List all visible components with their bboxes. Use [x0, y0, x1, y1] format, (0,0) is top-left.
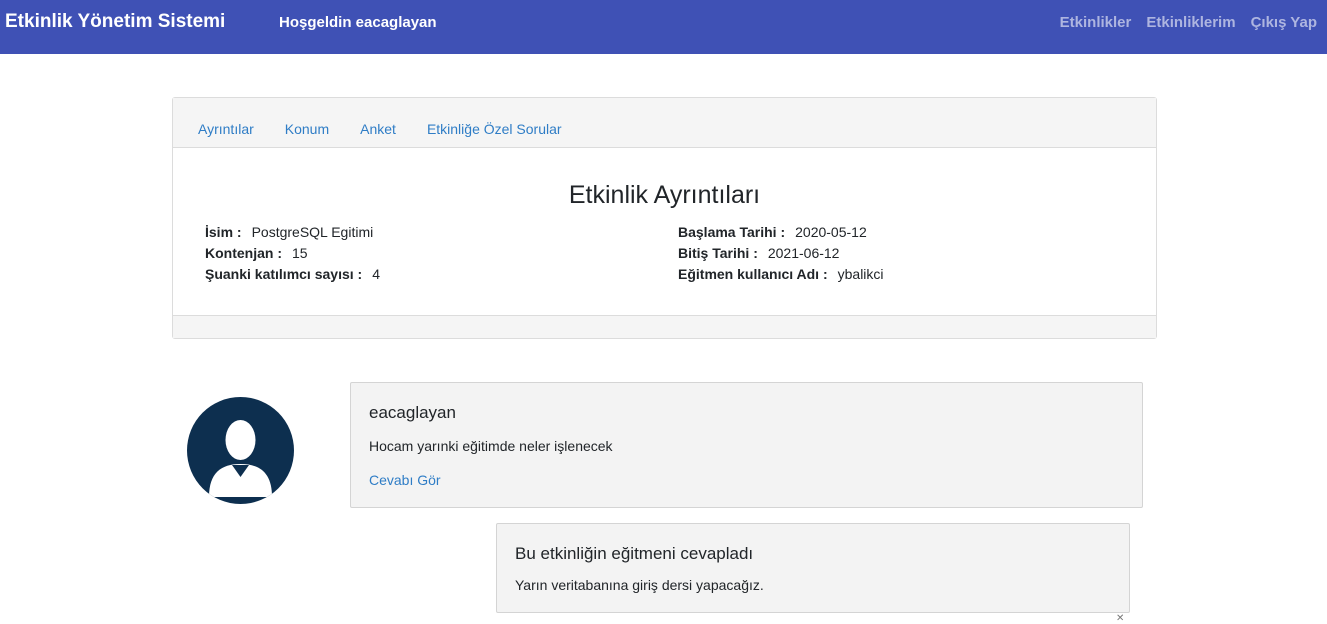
welcome-text: Hoşgeldin eacaglayan [279, 14, 437, 31]
detail-name: İsim : PostgreSQL Egitimi [205, 224, 373, 240]
event-card: Ayrıntılar Konum Anket Etkinliğe Özel So… [172, 97, 1157, 339]
card-header: Ayrıntılar Konum Anket Etkinliğe Özel So… [173, 98, 1156, 148]
detail-start-date: Başlama Tarihi : 2020-05-12 [678, 224, 867, 240]
card-body: Etkinlik Ayrıntıları İsim : PostgreSQL Eg… [173, 148, 1156, 316]
detail-capacity-value: 15 [292, 245, 308, 261]
event-tabs: Ayrıntılar Konum Anket Etkinliğe Özel So… [198, 121, 562, 137]
tab-survey[interactable]: Anket [360, 121, 396, 137]
comment-card: eacaglayan Hocam yarınki eğitimde neler … [350, 382, 1143, 508]
nav-links: Etkinlikler Etkinliklerim Çıkış Yap [1060, 14, 1317, 31]
detail-name-value: PostgreSQL Egitimi [251, 224, 374, 240]
detail-instructor-label: Eğitmen kullanıcı Adı : [678, 266, 828, 282]
detail-end-date: Bitiş Tarihi : 2021-06-12 [678, 245, 839, 261]
detail-participants-value: 4 [372, 266, 380, 282]
view-answer-link[interactable]: Cevabı Gör [369, 472, 441, 488]
detail-name-label: İsim : [205, 224, 242, 240]
detail-end-label: Bitiş Tarihi : [678, 245, 758, 261]
tab-event-questions[interactable]: Etkinliğe Özel Sorular [427, 121, 562, 137]
detail-end-value: 2021-06-12 [767, 245, 840, 261]
detail-start-value: 2020-05-12 [795, 224, 867, 240]
app-brand[interactable]: Etkinlik Yönetim Sistemi [5, 11, 225, 33]
instructor-reply-card: Bu etkinliğin eğitmeni cevapladı Yarın v… [496, 523, 1130, 613]
detail-start-label: Başlama Tarihi : [678, 224, 786, 240]
detail-participants-label: Şuanki katılımcı sayısı : [205, 266, 363, 282]
detail-capacity-label: Kontenjan : [205, 245, 282, 261]
detail-instructor: Eğitmen kullanıcı Adı : ybalikci [678, 266, 884, 282]
user-avatar-icon [187, 397, 294, 504]
top-navbar: Etkinlik Yönetim Sistemi Hoşgeldin eacag… [0, 0, 1327, 54]
detail-instructor-value: ybalikci [837, 266, 884, 282]
detail-capacity: Kontenjan : 15 [205, 245, 308, 261]
comment-text: Hocam yarınki eğitimde neler işlenecek [369, 438, 613, 454]
tab-location[interactable]: Konum [285, 121, 329, 137]
reply-title: Bu etkinliğin eğitmeni cevapladı [515, 544, 754, 563]
close-icon[interactable]: ✕ [1116, 613, 1124, 624]
nav-link-etkinliklerim[interactable]: Etkinliklerim [1146, 14, 1235, 31]
nav-link-logout[interactable]: Çıkış Yap [1251, 14, 1317, 31]
reply-text: Yarın veritabanına giriş dersi yapacağız… [515, 577, 764, 593]
event-details-title: Etkinlik Ayrıntıları [568, 181, 761, 209]
comment-username: eacaglayan [369, 403, 456, 422]
detail-participants: Şuanki katılımcı sayısı : 4 [205, 266, 380, 282]
card-footer [173, 315, 1156, 338]
nav-link-etkinlikler[interactable]: Etkinlikler [1060, 14, 1132, 31]
tab-details[interactable]: Ayrıntılar [198, 121, 254, 137]
